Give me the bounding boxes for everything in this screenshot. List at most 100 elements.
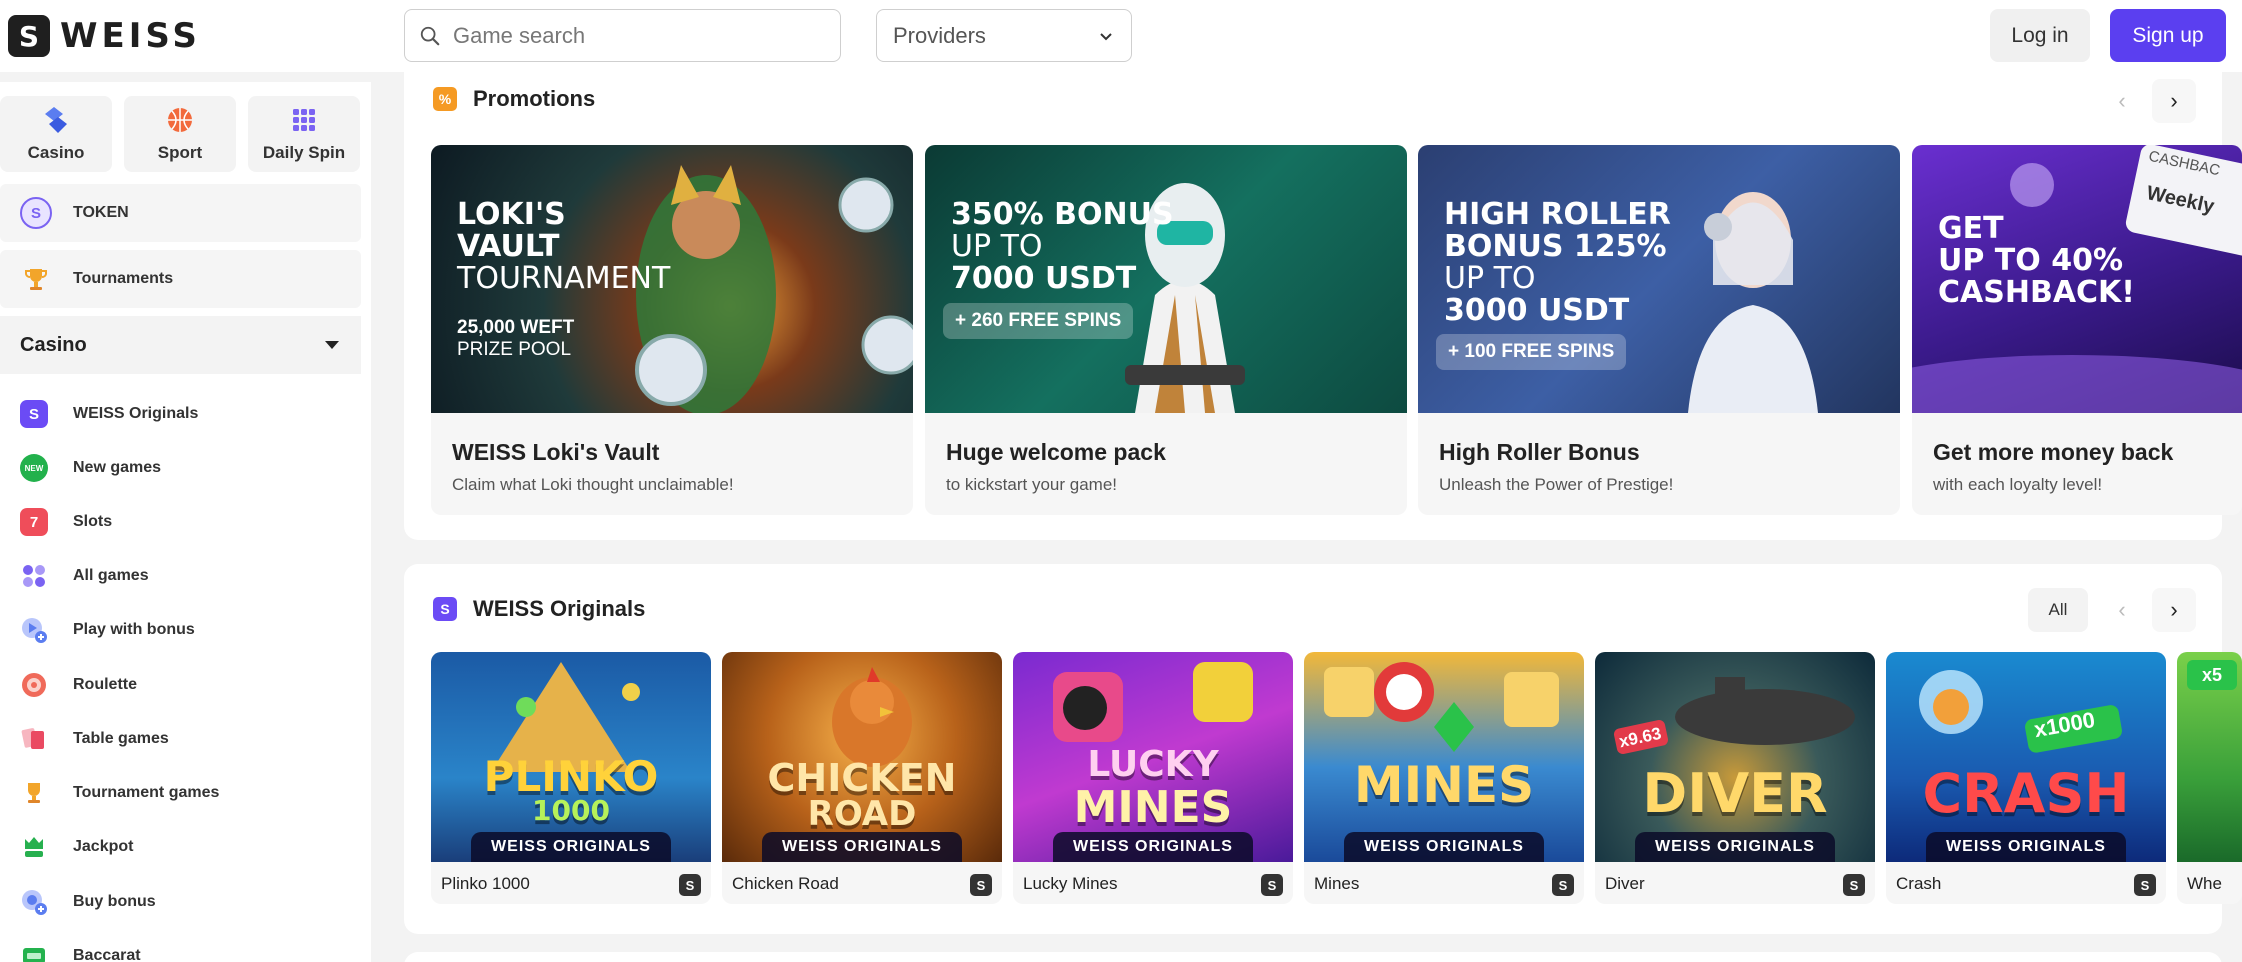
game-card-wheel[interactable]: x5 Whe bbox=[2177, 652, 2242, 904]
promo-card[interactable]: CASHBAC Weekly GET UP TO 40% CASHBACK! G… bbox=[1912, 145, 2242, 515]
weiss-logo[interactable]: S WEISS bbox=[8, 15, 201, 57]
multiplier-badge: x5 bbox=[2187, 660, 2237, 690]
casino-section-title: Casino bbox=[20, 333, 87, 356]
originals-heading: S WEISS Originals bbox=[433, 596, 645, 622]
quick-tile-label: Daily Spin bbox=[262, 143, 346, 162]
providers-label: Providers bbox=[893, 22, 986, 48]
game-art-title: DIVER bbox=[1642, 762, 1828, 825]
game-card-diver[interactable]: x9.63 DIVER WEISS ORIGINALS Diver S bbox=[1595, 652, 1875, 904]
weiss-originals-icon: S bbox=[20, 400, 48, 428]
sidebar-item-buy-bonus[interactable]: Buy bonus bbox=[20, 882, 350, 922]
cards-icon bbox=[21, 728, 44, 749]
sidebar-item-label: Jackpot bbox=[73, 838, 134, 855]
game-name: Chicken Road bbox=[732, 874, 839, 893]
sidebar-item-new-games[interactable]: NEW New games bbox=[20, 448, 350, 488]
logo-wordmark: WEISS bbox=[60, 16, 201, 56]
promotions-next-arrow[interactable]: › bbox=[2152, 79, 2196, 123]
quick-tile-daily-spin[interactable]: Daily Spin bbox=[248, 96, 360, 172]
originals-prev-arrow[interactable]: ‹ bbox=[2100, 588, 2144, 632]
promo-art-line: LOKI'S bbox=[457, 197, 566, 232]
trophy-icon bbox=[28, 783, 40, 803]
weiss-originals-band: WEISS ORIGINALS bbox=[762, 832, 962, 862]
sidebar-item-label: Slots bbox=[73, 513, 113, 530]
new-badge-icon: NEW bbox=[20, 454, 48, 482]
game-art-title: MINES bbox=[1353, 756, 1535, 814]
roulette-icon bbox=[22, 673, 46, 697]
promotions-title: Promotions bbox=[473, 86, 596, 111]
sidebar-item-slots[interactable]: 7 Slots bbox=[20, 502, 350, 542]
casino-section-toggle[interactable]: Casino bbox=[0, 316, 361, 374]
sidebar-item-label: TOKEN bbox=[73, 204, 129, 221]
slot-machine-icon: 7 bbox=[20, 508, 48, 536]
sidebar-item-all-games[interactable]: All games bbox=[20, 556, 350, 596]
promo-title: Get more money back bbox=[1933, 439, 2174, 465]
sidebar-item-play-with-bonus[interactable]: Play with bonus bbox=[20, 610, 350, 650]
game-card-chicken-road[interactable]: CHICKEN ROAD WEISS ORIGINALS Chicken Roa… bbox=[722, 652, 1002, 904]
promo-title: Huge welcome pack bbox=[946, 439, 1166, 465]
login-button[interactable]: Log in bbox=[1990, 9, 2090, 62]
sidebar-item-baccarat[interactable]: Baccarat bbox=[20, 936, 350, 962]
sidebar-item-label: Tournament games bbox=[73, 784, 220, 801]
sidebar-item-jackpot[interactable]: Jackpot bbox=[20, 827, 350, 867]
sidebar-item-label: New games bbox=[73, 459, 162, 476]
quick-tile-label: Casino bbox=[27, 143, 85, 162]
promo-banner-image: 350% BONUS UP TO 7000 USDT + 260 FREE SP… bbox=[925, 145, 1407, 413]
weiss-originals-band: WEISS ORIGINALS bbox=[1635, 832, 1835, 862]
promo-art-line: BONUS 125% bbox=[1444, 229, 1667, 264]
sidebar-item-label: Baccarat bbox=[73, 947, 141, 962]
promo-art-line: UP TO 40% bbox=[1938, 243, 2124, 278]
game-name: Whe bbox=[2187, 874, 2222, 893]
sidebar: Casino Sport Daily Spin S TOKEN Tourname… bbox=[0, 82, 371, 962]
sidebar-item-token[interactable]: S TOKEN bbox=[0, 184, 361, 242]
promo-art-line: UP TO bbox=[951, 229, 1043, 264]
search-input[interactable] bbox=[453, 22, 813, 49]
weiss-mark-icon: S bbox=[970, 874, 992, 896]
promo-description: Claim what Loki thought unclaimable! bbox=[452, 475, 734, 494]
sidebar-item-weiss-originals[interactable]: S WEISS Originals bbox=[20, 394, 350, 434]
search-icon bbox=[420, 26, 440, 45]
game-card-crash[interactable]: x1000 CRASH WEISS ORIGINALS Crash S bbox=[1886, 652, 2166, 904]
signup-button[interactable]: Sign up bbox=[2110, 9, 2226, 62]
promo-art-subline: PRIZE POOL bbox=[457, 339, 572, 360]
quick-tile-label: Sport bbox=[157, 143, 203, 162]
sidebar-item-label: WEISS Originals bbox=[73, 405, 199, 422]
promo-card[interactable]: HIGH ROLLER BONUS 125% UP TO 3000 USDT +… bbox=[1418, 145, 1900, 515]
promotions-prev-arrow[interactable]: ‹ bbox=[2100, 79, 2144, 123]
buy-bonus-icon bbox=[22, 890, 47, 915]
weiss-mark-icon: S bbox=[679, 874, 701, 896]
sidebar-item-roulette[interactable]: Roulette bbox=[20, 665, 350, 705]
promo-art-line: GET bbox=[1938, 211, 2004, 246]
game-thumbnail: CHICKEN ROAD WEISS ORIGINALS bbox=[722, 652, 1002, 862]
originals-all-button[interactable]: All bbox=[2028, 588, 2088, 632]
game-name: Diver bbox=[1605, 874, 1645, 893]
weiss-mark-icon: S bbox=[2134, 874, 2156, 896]
promo-art-line: CASHBACK! bbox=[1938, 275, 2135, 310]
promo-banner-image: HIGH ROLLER BONUS 125% UP TO 3000 USDT +… bbox=[1418, 145, 1900, 413]
game-card-plinko-1000[interactable]: PLINKO 1000 WEISS ORIGINALS Plinko 1000 … bbox=[431, 652, 711, 904]
sidebar-item-label: All games bbox=[73, 567, 149, 584]
quick-tile-casino[interactable]: Casino bbox=[0, 96, 112, 172]
promo-art-subline: 25,000 WEFT bbox=[457, 317, 575, 338]
logo-mark-icon: S bbox=[8, 15, 50, 57]
jackpot-icon bbox=[25, 837, 43, 857]
sidebar-item-label: Roulette bbox=[73, 676, 137, 693]
sidebar-item-tournament-games[interactable]: Tournament games bbox=[20, 773, 350, 813]
promo-art-line: 350% BONUS bbox=[951, 197, 1174, 232]
promo-card[interactable]: 350% BONUS UP TO 7000 USDT + 260 FREE SP… bbox=[925, 145, 1407, 515]
quick-nav: Casino Sport Daily Spin bbox=[0, 96, 371, 172]
token-icon: S bbox=[20, 197, 52, 229]
weiss-originals-band: WEISS ORIGINALS bbox=[1053, 832, 1253, 862]
providers-dropdown[interactable]: Providers bbox=[876, 9, 1132, 62]
game-thumbnail: MINES WEISS ORIGINALS bbox=[1304, 652, 1584, 862]
originals-next-arrow[interactable]: › bbox=[2152, 588, 2196, 632]
sidebar-item-tournaments[interactable]: Tournaments bbox=[0, 250, 361, 308]
sidebar-item-table-games[interactable]: Table games bbox=[20, 719, 350, 759]
quick-tile-sport[interactable]: Sport bbox=[124, 96, 236, 172]
game-card-lucky-mines[interactable]: LUCKY MINES WEISS ORIGINALS Lucky Mines … bbox=[1013, 652, 1293, 904]
weiss-mark-icon: S bbox=[1552, 874, 1574, 896]
game-card-mines[interactable]: MINES WEISS ORIGINALS Mines S bbox=[1304, 652, 1584, 904]
game-search-box[interactable] bbox=[404, 9, 841, 62]
promo-card[interactable]: LOKI'S VAULT TOURNAMENT 25,000 WEFT PRIZ… bbox=[431, 145, 913, 515]
promo-art-line: UP TO bbox=[1444, 261, 1536, 296]
promo-art-line: 3000 USDT bbox=[1444, 293, 1630, 328]
